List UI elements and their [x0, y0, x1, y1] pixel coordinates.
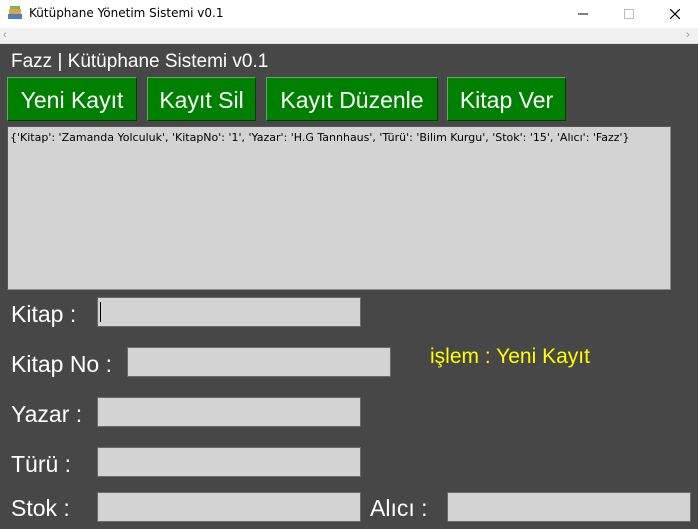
list-item[interactable]: {'Kitap': 'Zamanda Yolculuk', 'KitapNo':…	[10, 131, 630, 144]
close-button[interactable]	[652, 0, 698, 28]
alici-input[interactable]	[447, 492, 691, 522]
kitap-input[interactable]	[97, 297, 361, 327]
app-header: Fazz | Kütüphane Sistemi v0.1	[11, 51, 269, 72]
scroll-right-icon[interactable]: ›	[686, 29, 690, 42]
minimize-icon	[578, 13, 588, 15]
close-icon	[670, 9, 680, 19]
lend-book-button[interactable]: Kitap Ver	[447, 77, 566, 121]
edit-record-button[interactable]: Kayıt Düzenle	[266, 77, 438, 121]
turu-label: Türü :	[11, 451, 72, 477]
new-record-button[interactable]: Yeni Kayıt	[7, 77, 137, 121]
horizontal-scrollbar[interactable]: ‹ ›	[0, 28, 698, 44]
kitap-no-input[interactable]	[127, 347, 391, 377]
records-listbox[interactable]: {'Kitap': 'Zamanda Yolculuk', 'KitapNo':…	[7, 126, 671, 290]
maximize-button[interactable]	[606, 0, 652, 28]
stok-input[interactable]	[97, 492, 361, 522]
minimize-button[interactable]	[560, 0, 606, 28]
window-titlebar: Kütüphane Yönetim Sistemi v0.1	[0, 0, 698, 28]
app-feather-icon	[8, 6, 22, 19]
scroll-left-icon[interactable]: ‹	[3, 29, 7, 42]
app-main: Fazz | Kütüphane Sistemi v0.1 Yeni Kayıt…	[0, 44, 698, 529]
kitap-no-label: Kitap No :	[11, 351, 112, 377]
maximize-icon	[624, 9, 634, 19]
delete-record-button[interactable]: Kayıt Sil	[147, 77, 256, 121]
alici-label: Alıcı :	[370, 495, 428, 521]
turu-input[interactable]	[97, 447, 361, 477]
stok-label: Stok :	[11, 495, 70, 521]
status-text: işlem : Yeni Kayıt	[430, 345, 590, 368]
window-title: Kütüphane Yönetim Sistemi v0.1	[29, 6, 224, 20]
yazar-label: Yazar :	[11, 401, 83, 427]
text-caret	[100, 302, 101, 322]
yazar-input[interactable]	[97, 397, 361, 427]
kitap-label: Kitap :	[11, 301, 77, 327]
